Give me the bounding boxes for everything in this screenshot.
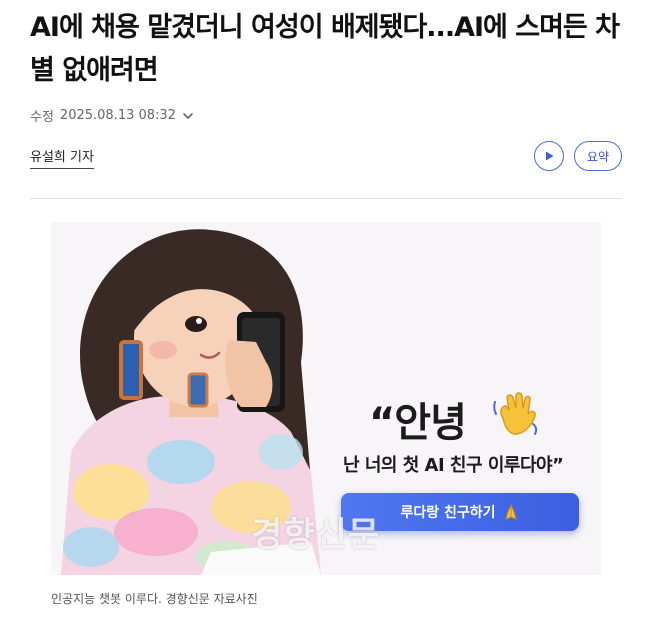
article-image: “안녕 난 너의 첫 AI 친구 이루다야” 루다랑 친구하기 경향신문 (51, 222, 601, 575)
byline-row: 유설희 기자 요약 (30, 140, 622, 176)
modified-label: 수정 (30, 110, 54, 125)
chevron-down-icon[interactable] (182, 110, 194, 122)
audio-play-button[interactable] (533, 141, 564, 171)
summary-button[interactable]: 요약 (573, 141, 622, 171)
cta-label: 루다랑 친구하기 (400, 505, 496, 521)
image-caption: 인공지능 챗봇 이루다. 경향신문 자료사진 (51, 592, 258, 606)
article-header: AI에 채용 맡겼더니 여성이 배제됐다...AI에 스며든 차별 없애려면 (30, 6, 622, 92)
greeting-quote: “안녕 (369, 400, 467, 446)
chatbot-tagline: 난 너의 첫 AI 친구 이루다야” (343, 455, 564, 476)
reporter-link[interactable]: 유설희 기자 (30, 146, 94, 169)
modified-time: 2025.08.13 08:32 (59, 108, 176, 123)
waving-hand-icon (493, 392, 538, 435)
article-actions: 요약 (533, 141, 622, 171)
play-icon (545, 151, 554, 161)
watermark: 경향신문 (251, 515, 381, 555)
headline: AI에 채용 맡겼더니 여성이 배제됐다...AI에 스며든 차별 없애려면 (30, 12, 620, 86)
divider (30, 198, 622, 199)
folded-hands-icon (504, 503, 517, 520)
article-meta[interactable]: 수정 2025.08.13 08:32 (30, 106, 194, 125)
